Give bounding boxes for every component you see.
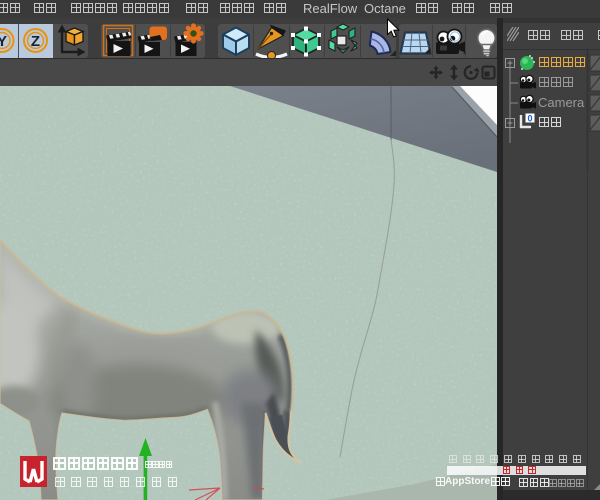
svg-text:Y: Y	[0, 33, 7, 50]
svg-text:Z: Z	[31, 33, 40, 50]
svg-text:0: 0	[527, 114, 532, 124]
